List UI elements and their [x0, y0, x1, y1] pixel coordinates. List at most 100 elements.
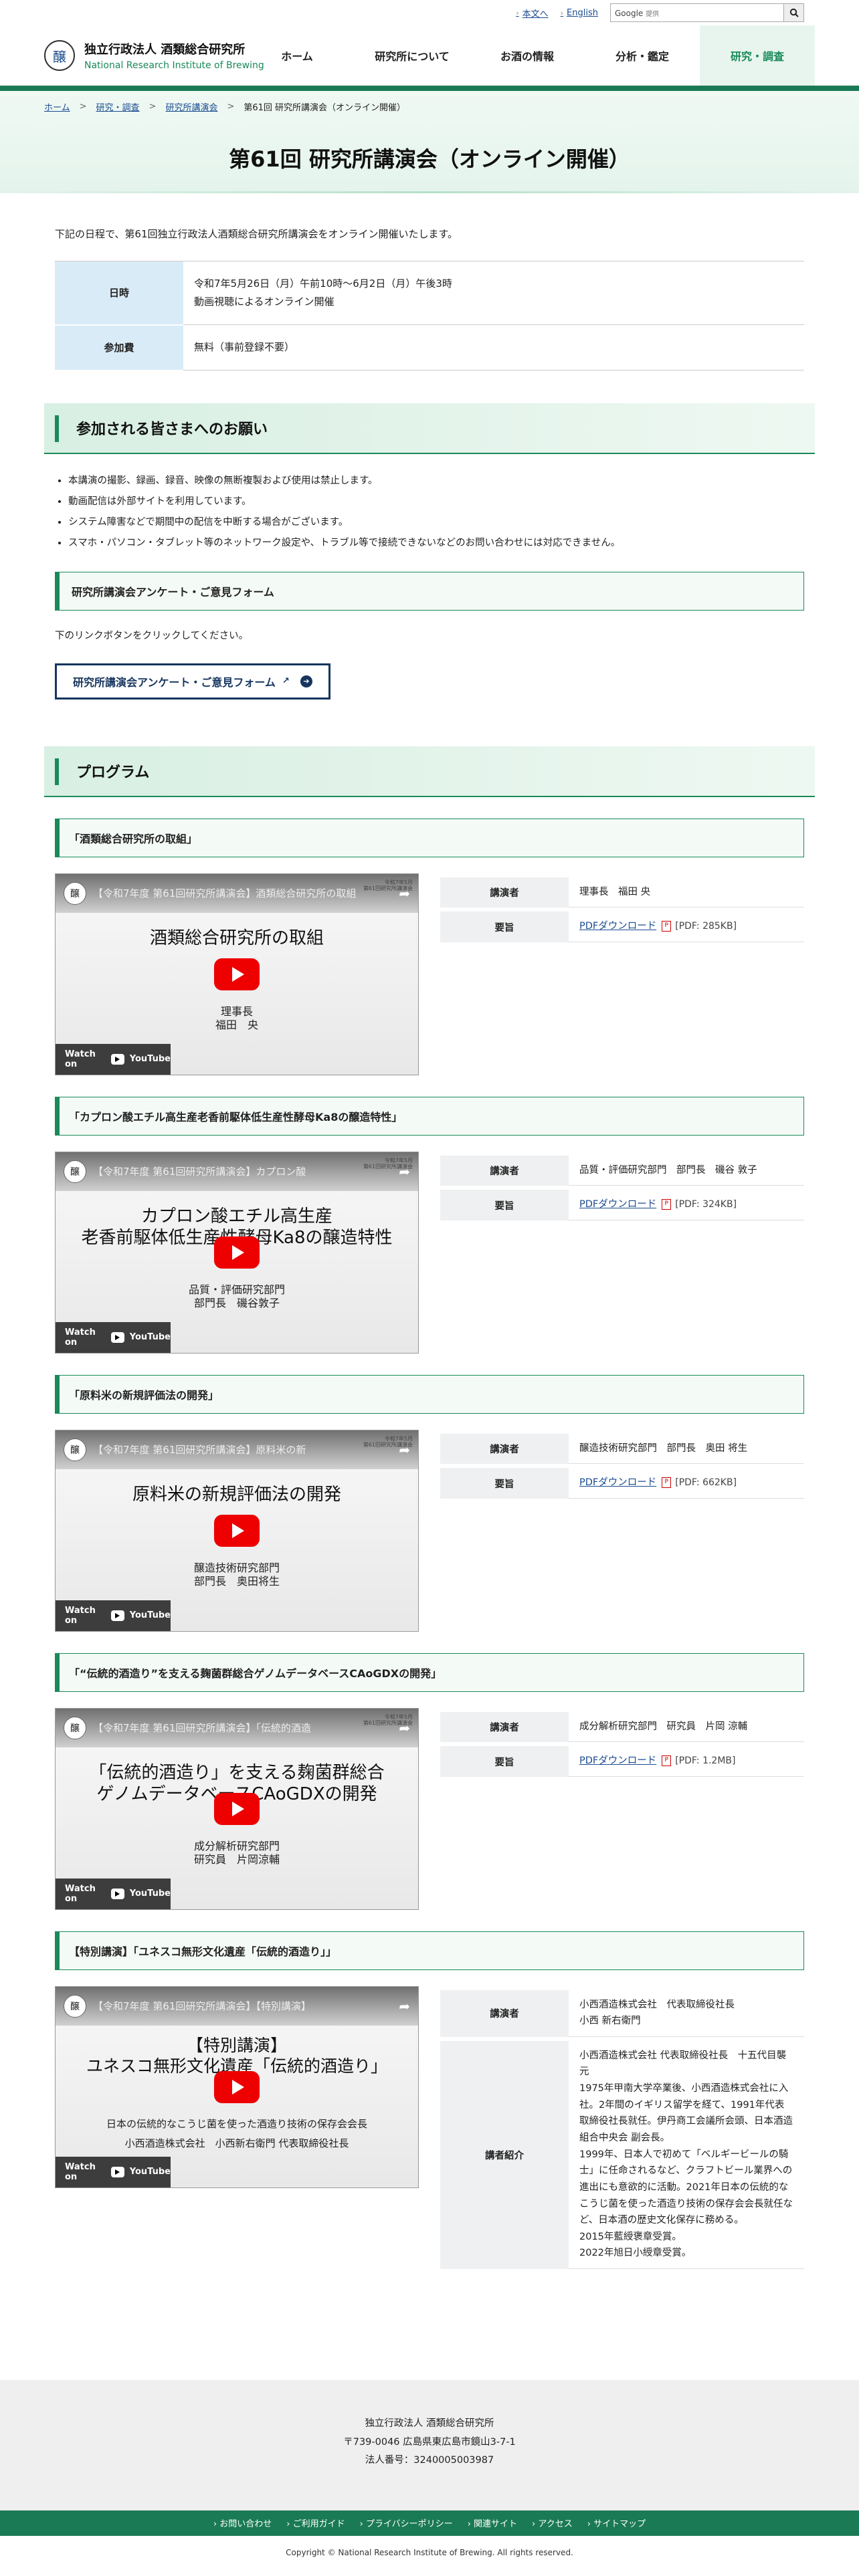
footer-link-guide[interactable]: ご利用ガイド — [286, 2516, 345, 2529]
footer-link-access[interactable]: アクセス — [532, 2516, 572, 2529]
english-link[interactable]: › English — [561, 8, 598, 18]
video-date: 令和7年5月 第61回研究所講演会 — [363, 879, 413, 892]
nav-sake-info[interactable]: お酒の情報 — [470, 25, 585, 86]
request-notes: 本講演の撮影、録画、録音、映像の無断複製および使用は禁止します。 動画配信は外部… — [55, 473, 804, 549]
youtube-video[interactable]: 醸 【令和7年度 第61回研究所講演会】【特別講演】 ➦ 【特別講演】 ユネスコ… — [55, 1985, 419, 2188]
video-sub-line1: 日本の伝統的なこうじ菌を使った酒造り技術の保存会会長 — [106, 2117, 367, 2130]
watch-on-youtube-button[interactable]: Watch on YouTube — [56, 1321, 171, 1353]
play-button-icon[interactable] — [214, 1514, 260, 1547]
survey-form-button[interactable]: 研究所講演会アンケート・ご意見フォーム ↗ ➔ — [55, 663, 330, 700]
lecturer-value: 小西酒造株式会社 代表取締役社長 小西 新右衛門 — [569, 1990, 804, 2037]
pdf-download-link[interactable]: PDFダウンロード — [579, 1755, 656, 1766]
header-divider — [0, 86, 859, 91]
breadcrumb-home[interactable]: ホーム — [44, 100, 70, 113]
watch-on-label: Watch on — [65, 1327, 96, 1348]
youtube-label: YouTube — [129, 2167, 171, 2177]
profile-value: 小西酒造株式会社 代表取締役社長 十五代目襲元 1975年甲南大学卒業後、小西酒… — [569, 2041, 804, 2270]
pdf-icon: P — [662, 1199, 672, 1210]
table-row: 講演者 品質・評価研究部門 部門長 磯谷 敦子 — [440, 1155, 804, 1186]
watch-on-youtube-button[interactable]: Watch on YouTube — [56, 1043, 171, 1075]
global-nav: ホーム 研究所について お酒の情報 分析・鑑定 研究・調査 — [240, 25, 815, 86]
footer-link-sitemap[interactable]: サイトマップ — [587, 2516, 646, 2529]
date-value: 令和7年5月26日（月）午前10時～6月2日（月）午後3時 動画視聴によるオンラ… — [183, 261, 804, 325]
search-icon — [789, 8, 799, 17]
watch-on-label: Watch on — [65, 1049, 96, 1069]
lecture-item: 「“伝統的酒造り”を支える麹菌群総合ゲノムデータベースCAoGDXの開発」醸【令… — [55, 1652, 804, 1910]
request-heading: 参加される皆さまへのお願い — [44, 403, 815, 454]
lecture-list: 「酒類総合研究所の取組」醸【令和7年度 第61回研究所講演会】酒類総合研究所の取… — [55, 818, 804, 1910]
chevron-right-icon: › — [516, 8, 519, 17]
breadcrumb-current: 第61回 研究所講演会（オンライン開催） — [244, 103, 406, 113]
breadcrumb-research[interactable]: 研究・調査 — [96, 100, 140, 113]
lecture-info: 講演者 成分解析研究部門 研究員 片岡 涼輔 要旨 PDFダウンロード P [PDF: 1… — [440, 1708, 804, 1910]
footer-link-contact[interactable]: お問い合わせ — [213, 2516, 272, 2529]
video-sub-line2: 福田 央 — [215, 1018, 258, 1032]
footer-link-related[interactable]: 関連サイト — [468, 2516, 517, 2529]
abstract-label: 要旨 — [440, 1190, 569, 1220]
lecturer-label: 講演者 — [440, 1155, 569, 1186]
nav-analysis[interactable]: 分析・鑑定 — [585, 25, 700, 86]
watch-on-youtube-button[interactable]: Watch on YouTube — [56, 1600, 171, 1631]
pdf-download-link[interactable]: PDFダウンロード — [579, 1477, 656, 1488]
channel-logo-icon: 醸 — [64, 1994, 86, 2018]
table-row: 日時 令和7年5月26日（月）午前10時～6月2日（月）午後3時 動画視聴による… — [55, 261, 804, 326]
nav-research[interactable]: 研究・調査 — [700, 25, 815, 86]
youtube-video[interactable]: 醸【令和7年度 第61回研究所講演会】カプロン酸 ➦ 令和7年5月 第61回研究所講… — [55, 1151, 419, 1354]
lecture-title: 【特別講演】「ユネスコ無形文化遺産「伝統的酒造り」」 — [55, 1931, 804, 1970]
special-lecture: 【特別講演】「ユネスコ無形文化遺産「伝統的酒造り」」 醸 【令和7年度 第61回… — [55, 1931, 804, 2274]
page-title: 第61回 研究所講演会（オンライン開催） — [229, 146, 630, 172]
channel-logo-icon: 醸 — [64, 881, 86, 905]
utility-bar: › 本文へ › English Google 提供 — [0, 0, 859, 25]
site-logo[interactable]: 醸 独立行政法人 酒類総合研究所 National Research Insti… — [44, 40, 264, 71]
search-button[interactable] — [783, 4, 803, 21]
lecturer-label: 講演者 — [440, 1433, 569, 1465]
play-button-icon[interactable] — [214, 958, 260, 990]
profile-label: 講者紹介 — [440, 2040, 569, 2270]
share-icon[interactable]: ➦ — [399, 1998, 410, 2014]
breadcrumb-separator: > — [227, 102, 235, 112]
channel-logo-icon: 醸 — [64, 1438, 86, 1461]
footer-link-privacy[interactable]: プライバシーポリシー — [360, 2516, 453, 2529]
video-sub-line2: 研究員 片岡涼輔 — [193, 1853, 280, 1866]
video-sub-line2: 部門長 奥田将生 — [193, 1575, 280, 1588]
lecturer-label: 講演者 — [440, 877, 569, 908]
site-search[interactable]: Google 提供 — [610, 3, 804, 22]
lecturer-label: 講演者 — [440, 1990, 569, 2037]
channel-logo-icon: 醸 — [64, 1160, 86, 1183]
pdf-size: [PDF: 324KB] — [675, 1199, 737, 1210]
copyright: Copyright © National Research Institute … — [286, 2547, 573, 2557]
table-row: 講者紹介 小西酒造株式会社 代表取締役社長 十五代目襲元 1975年甲南大学卒業… — [440, 2040, 804, 2270]
abstract-label: 要旨 — [440, 1746, 569, 1777]
youtube-video[interactable]: 醸【令和7年度 第61回研究所講演会】「伝統的酒造 ➦ 令和7年5月 第61回研究所… — [55, 1707, 419, 1910]
pdf-download-link[interactable]: PDFダウンロード — [579, 921, 656, 932]
skip-to-main-link[interactable]: › 本文へ — [516, 7, 548, 19]
lecture-info: 講演者 醸造技術研究部門 部門長 奥田 将生 要旨 PDFダウンロード P [PDF: 6… — [440, 1430, 804, 1632]
lecture-title: 「“伝統的酒造り”を支える麹菌群総合ゲノムデータベースCAoGDXの開発」 — [55, 1652, 804, 1692]
video-sub-line1: 品質・評価研究部門 — [188, 1283, 285, 1296]
play-button-icon[interactable] — [214, 1792, 260, 1825]
play-button-icon[interactable] — [214, 1236, 260, 1269]
watch-on-youtube-button[interactable]: Watch on YouTube — [56, 1878, 171, 1909]
site-name-jp: 独立行政法人 酒類総合研究所 — [84, 43, 246, 57]
play-button-icon[interactable] — [214, 2070, 260, 2103]
survey-button-label: 研究所講演会アンケート・ご意見フォーム — [73, 675, 276, 689]
pdf-size: [PDF: 285KB] — [675, 921, 737, 932]
watch-on-youtube-button[interactable]: Watch on YouTube — [56, 2156, 171, 2187]
survey-heading: 研究所講演会アンケート・ご意見フォーム — [55, 571, 804, 611]
breadcrumb: ホーム > 研究・調査 > 研究所講演会 > 第61回 研究所講演会（オンライン… — [44, 100, 815, 113]
main-content: 下記の日程で、第61回独立行政法人酒類総合研究所講演会をオンライン開催いたします… — [0, 227, 859, 2273]
breadcrumb-lecture[interactable]: 研究所講演会 — [165, 100, 217, 113]
nav-home[interactable]: ホーム — [240, 25, 355, 86]
watch-on-label: Watch on — [65, 2161, 96, 2182]
video-title: 【令和7年度 第61回研究所講演会】「伝統的酒造 — [93, 1722, 311, 1734]
abstract-label: 要旨 — [440, 1468, 569, 1499]
pdf-icon: P — [662, 1477, 672, 1489]
youtube-video[interactable]: 醸【令和7年度 第61回研究所講演会】酒類総合研究所の取組 ➦ 令和7年5月 第61… — [55, 873, 419, 1075]
nav-about[interactable]: 研究所について — [355, 25, 470, 86]
list-item: システム障害などで期間中の配信を中断する場合がございます。 — [68, 514, 804, 528]
youtube-video[interactable]: 醸【令和7年度 第61回研究所講演会】原料米の新 ➦ 令和7年5月 第61回研究所講… — [55, 1429, 419, 1632]
pdf-download-link[interactable]: PDFダウンロード — [579, 1199, 656, 1210]
date-line: 令和7年5月26日（月）午前10時～6月2日（月）午後3時 — [194, 278, 452, 290]
table-row: 講演者 理事長 福田 央 — [440, 877, 804, 908]
search-input[interactable]: Google 提供 — [611, 8, 783, 18]
